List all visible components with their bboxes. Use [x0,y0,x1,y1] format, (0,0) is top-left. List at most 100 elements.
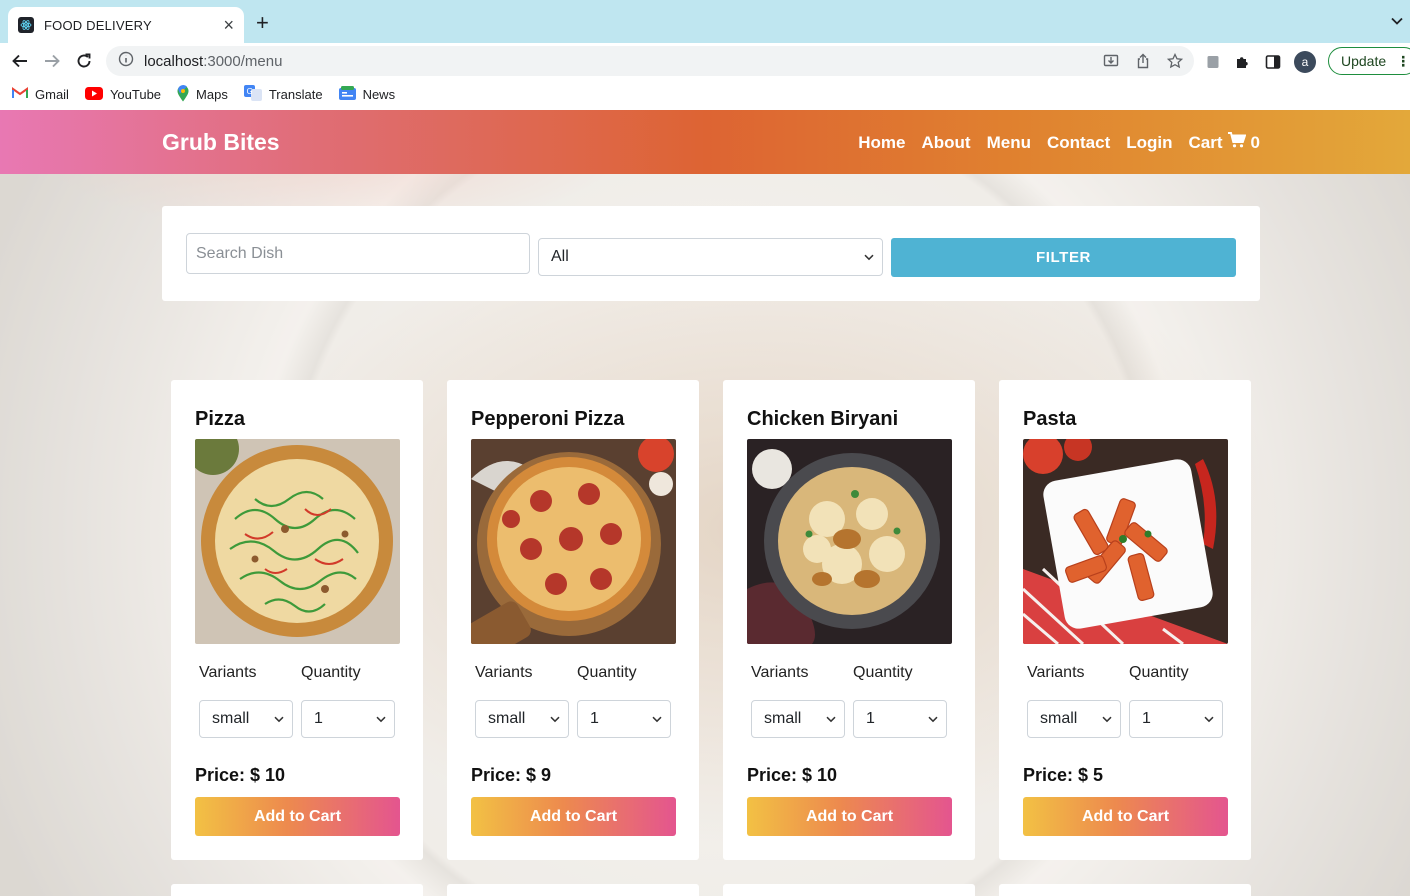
dish-image-chicken-biryani [747,439,952,644]
react-favicon-icon [18,17,34,33]
svg-text:G: G [246,87,252,96]
add-to-cart-button[interactable]: Add to Cart [471,797,676,836]
cart-icon [1227,132,1246,153]
quantity-label: Quantity [853,664,913,681]
nav-contact[interactable]: Contact [1047,132,1110,153]
dish-image-pepperoni-pizza [471,439,676,644]
chevron-down-icon [1204,710,1214,728]
add-to-cart-button[interactable]: Add to Cart [195,797,400,836]
nav-cart[interactable]: Cart 0 [1189,132,1260,153]
search-dish-input[interactable] [186,233,530,274]
bookmark-news[interactable]: News [338,86,395,103]
menu-card-pasta: Pasta Variants Quantity small 1 Price: $… [999,380,1251,860]
variant-select[interactable]: small [751,700,845,738]
install-app-icon[interactable] [1102,52,1120,70]
quantity-select[interactable]: 1 [1129,700,1223,738]
dish-image-pasta [1023,439,1228,644]
bookmark-gmail[interactable]: Gmail [12,87,69,102]
menu-card-next-row [999,884,1251,896]
forward-arrow-icon[interactable] [42,51,62,71]
extensions-puzzle-icon[interactable] [1234,53,1252,71]
browser-tab-strip: FOOD DELIVERY × + [0,0,1410,43]
profile-avatar[interactable]: a [1294,51,1316,73]
variant-select[interactable]: small [475,700,569,738]
quantity-label: Quantity [577,664,637,681]
menu-card-next-row [171,884,423,896]
side-panel-icon[interactable] [1264,53,1282,71]
site-navbar: Grub Bites Home About Menu Contact Login… [0,110,1410,174]
nav-about[interactable]: About [921,132,970,153]
variants-label: Variants [1027,664,1085,681]
add-to-cart-button[interactable]: Add to Cart [1023,797,1228,836]
category-select[interactable]: All [538,238,883,276]
update-label: Update [1341,53,1387,69]
reading-mode-icon[interactable] [1204,53,1222,71]
quantity-label: Quantity [301,664,361,681]
filter-button[interactable]: FILTER [891,238,1236,277]
bookmarks-bar: Gmail YouTube Maps G Translate News [0,79,1410,110]
chevron-down-icon [376,710,386,728]
nav-menu[interactable]: Menu [987,132,1031,153]
cart-label: Cart [1188,132,1223,152]
quantity-select[interactable]: 1 [577,700,671,738]
back-arrow-icon[interactable] [10,51,30,71]
bookmark-maps[interactable]: Maps [177,84,228,105]
maps-icon [177,84,189,105]
category-selected-value: All [551,248,569,265]
news-icon [338,86,356,103]
nav-home[interactable]: Home [858,132,905,153]
browser-update-button[interactable]: Update ⋮ [1328,47,1410,75]
variants-label: Variants [199,664,257,681]
chevron-down-icon [550,710,560,728]
dish-name: Chicken Biryani [747,408,899,430]
dish-price: Price: $ 9 [471,765,552,785]
browser-toolbar: localhost:3000/menu a Update ⋮ [0,43,1410,79]
tab-title: FOOD DELIVERY [44,17,152,33]
quantity-label: Quantity [1129,664,1189,681]
menu-card-next-row [447,884,699,896]
youtube-icon [84,86,103,103]
menu-card-pepperoni-pizza: Pepperoni Pizza Variants Quantity small … [447,380,699,860]
bookmark-translate[interactable]: G Translate [243,85,323,104]
menu-card-chicken-biryani: Chicken Biryani Variants Quantity small … [723,380,975,860]
chevron-down-icon [652,710,662,728]
menu-card-next-row [723,884,975,896]
reload-icon[interactable] [74,51,94,71]
dish-price: Price: $ 10 [195,765,286,785]
tab-search-chevron-icon[interactable] [1390,14,1404,33]
brand-logo[interactable]: Grub Bites [162,129,280,156]
bookmark-star-icon[interactable] [1166,52,1184,70]
quantity-select[interactable]: 1 [853,700,947,738]
more-menu-icon: ⋮ [1396,52,1410,69]
nav-links: Home About Menu Contact Login Cart 0 [858,132,1260,153]
dish-name: Pizza [195,408,246,430]
site-info-icon[interactable] [118,51,134,72]
filter-panel: All FILTER [162,206,1260,301]
translate-icon: G [243,85,262,104]
address-bar[interactable]: localhost:3000/menu [106,46,1194,76]
variant-select[interactable]: small [199,700,293,738]
menu-card-pizza: Pizza Variants Quantity small 1 Price: $… [171,380,423,860]
variants-label: Variants [475,664,533,681]
nav-login[interactable]: Login [1126,132,1172,153]
new-tab-icon[interactable]: + [256,12,269,34]
gmail-icon [12,87,28,102]
page-viewport: Grub Bites Home About Menu Contact Login… [0,110,1410,896]
chevron-down-icon [1102,710,1112,728]
share-icon[interactable] [1134,52,1152,70]
quantity-select[interactable]: 1 [301,700,395,738]
cart-count: 0 [1250,132,1260,152]
variants-label: Variants [751,664,809,681]
chevron-down-icon [928,710,938,728]
dish-price: Price: $ 5 [1023,765,1104,785]
chevron-down-icon [826,710,836,728]
browser-tab[interactable]: FOOD DELIVERY × [8,7,244,43]
variant-select[interactable]: small [1027,700,1121,738]
bookmark-youtube[interactable]: YouTube [84,86,161,103]
chevron-down-icon [274,710,284,728]
tab-close-icon[interactable]: × [223,16,234,34]
chevron-down-icon [864,248,874,266]
dish-name: Pepperoni Pizza [471,408,625,430]
add-to-cart-button[interactable]: Add to Cart [747,797,952,836]
dish-image-pizza [195,439,400,644]
